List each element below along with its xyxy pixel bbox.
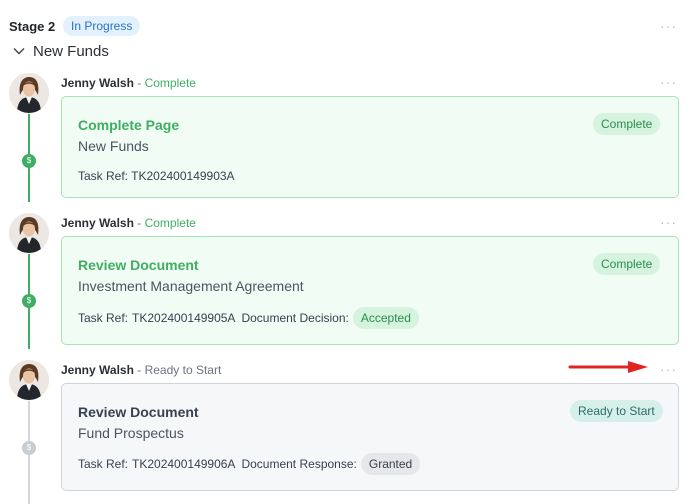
task-card[interactable]: Complete Page New Funds Task Ref: TK2024…: [61, 96, 679, 198]
task-status-badge: Ready to Start: [570, 400, 663, 422]
task-ref: Task Ref: TK202400149905A Document Decis…: [78, 307, 419, 329]
entry-more-menu-icon[interactable]: ···: [660, 215, 677, 229]
avatar: [9, 73, 49, 113]
entry-more-menu-icon[interactable]: ···: [660, 75, 677, 89]
stage-more-menu-icon[interactable]: ···: [660, 19, 677, 33]
entry-status: Complete: [144, 76, 196, 90]
task-title[interactable]: Review Document: [78, 404, 199, 420]
dollar-icon: $: [22, 154, 36, 168]
entry-author-line: Jenny Walsh - Complete: [61, 76, 196, 90]
dollar-icon: $: [22, 294, 36, 308]
document-decision-badge: Accepted: [352, 307, 419, 329]
task-card[interactable]: Review Document Fund Prospectus Task Ref…: [61, 383, 679, 491]
dollar-icon: $: [22, 441, 36, 455]
entry-status: Complete: [144, 216, 196, 230]
person-avatar-icon: [9, 73, 49, 113]
task-ref: Task Ref: TK202400149903A: [78, 169, 235, 183]
entry-author-line: Jenny Walsh - Ready to Start: [61, 363, 222, 377]
document-response-label: Document Response:: [241, 457, 357, 471]
entry-status: Ready to Start: [144, 363, 222, 377]
person-avatar-icon: [9, 360, 49, 400]
stage-title: Stage 2: [9, 19, 56, 34]
document-response-badge: Granted: [360, 453, 421, 475]
task-status-badge: Complete: [593, 113, 661, 135]
task-subtitle: Investment Management Agreement: [78, 278, 304, 294]
author-name: Jenny Walsh: [61, 216, 134, 230]
stage-status-badge: In Progress: [63, 16, 141, 36]
avatar: [9, 360, 49, 400]
task-subtitle: New Funds: [78, 138, 149, 154]
task-status-badge: Complete: [593, 253, 661, 275]
author-name: Jenny Walsh: [61, 363, 134, 377]
task-ref-value: TK202400149906A: [132, 457, 236, 471]
entry-author-line: Jenny Walsh - Complete: [61, 216, 196, 230]
person-avatar-icon: [9, 213, 49, 253]
task-title[interactable]: Complete Page: [78, 117, 179, 133]
entry-more-menu-icon[interactable]: ···: [660, 362, 677, 376]
task-ref-value: TK202400149905A: [132, 311, 236, 325]
chevron-down-icon[interactable]: [12, 44, 26, 58]
document-decision-label: Document Decision:: [241, 311, 349, 325]
avatar: [9, 213, 49, 253]
author-name: Jenny Walsh: [61, 76, 134, 90]
task-subtitle: Fund Prospectus: [78, 425, 184, 441]
task-ref: Task Ref: TK202400149906A Document Respo…: [78, 453, 421, 475]
task-ref-value: TK202400149903A: [131, 169, 235, 183]
task-title[interactable]: Review Document: [78, 257, 199, 273]
task-card[interactable]: Review Document Investment Management Ag…: [61, 236, 679, 345]
section-title[interactable]: New Funds: [33, 43, 109, 60]
red-arrow-icon: [568, 361, 648, 373]
